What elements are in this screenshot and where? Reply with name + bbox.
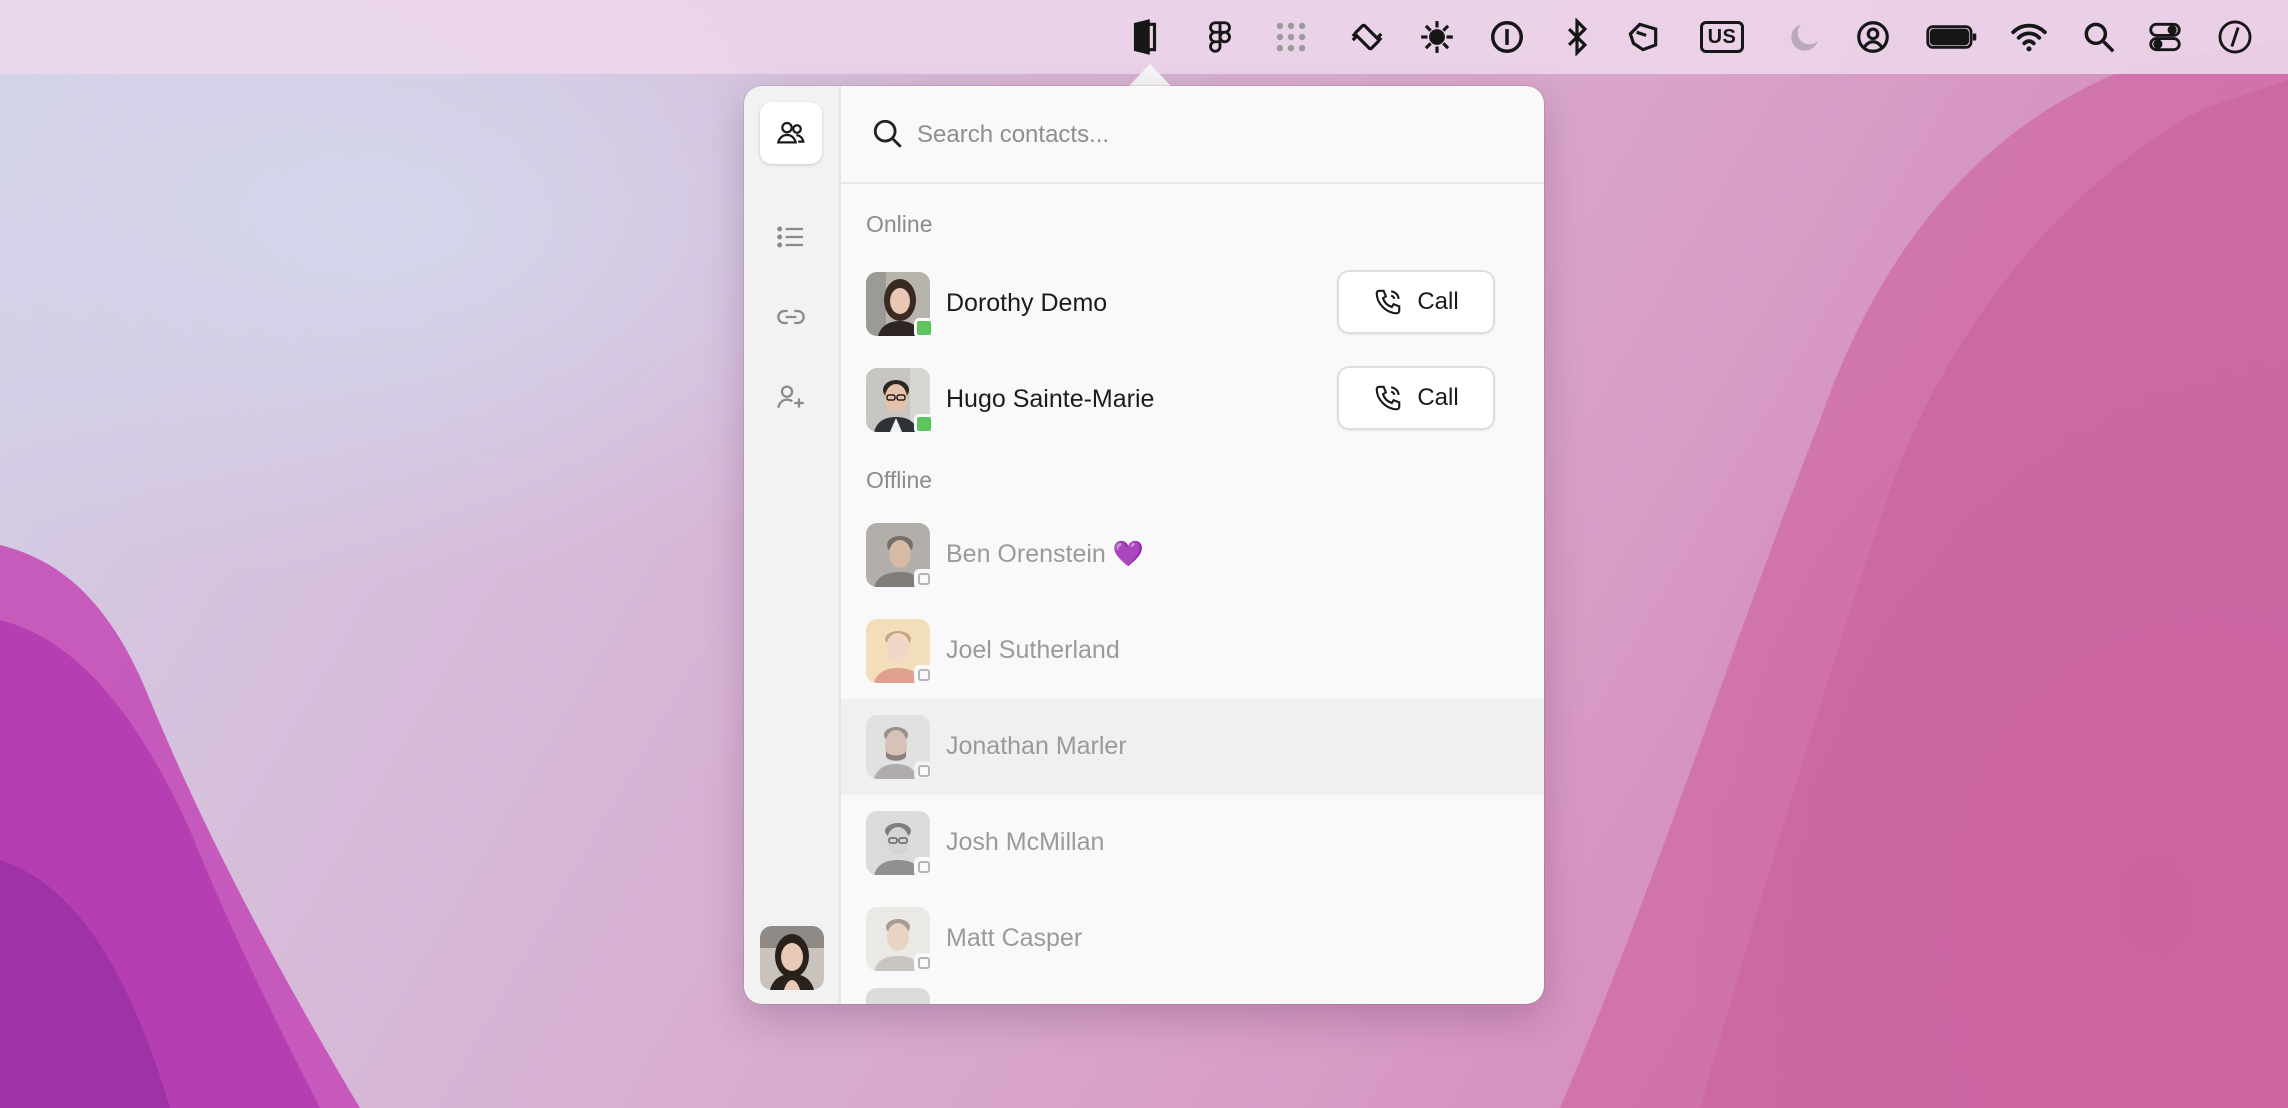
rail-add-contact-button[interactable] xyxy=(760,366,822,428)
current-user-avatar[interactable] xyxy=(760,926,824,990)
contact-name: Hugo Sainte-Marie xyxy=(946,385,1155,413)
partially-visible-contact-row xyxy=(841,988,1544,1004)
contact-row[interactable]: Dorothy Demo Call xyxy=(841,256,1544,352)
slash-command-icon[interactable] xyxy=(2212,14,2258,60)
bluetooth-icon[interactable] xyxy=(1554,14,1600,60)
call-button-label: Call xyxy=(1417,384,1459,411)
online-status-indicator xyxy=(914,414,934,434)
popover-arrow xyxy=(1128,64,1172,87)
battery-icon[interactable] xyxy=(1924,14,1980,60)
contact-row[interactable]: Hugo Sainte-Marie Call xyxy=(841,352,1544,448)
menu-bar: US xyxy=(0,0,2288,74)
offline-status-indicator xyxy=(914,953,934,973)
vibrate-icon[interactable] xyxy=(1344,14,1390,60)
contact-name: Joel Sutherland xyxy=(946,636,1120,664)
navigation-rail xyxy=(744,86,841,1004)
moon-icon[interactable] xyxy=(1782,14,1828,60)
wifi-icon[interactable] xyxy=(2006,14,2052,60)
rail-contacts-button[interactable] xyxy=(760,102,822,164)
control-center-icon[interactable] xyxy=(2142,14,2188,60)
user-account-icon[interactable] xyxy=(1850,14,1896,60)
contact-row[interactable]: Joel Sutherland xyxy=(841,603,1544,699)
contact-name: Matt Casper xyxy=(946,924,1083,952)
call-button-label: Call xyxy=(1417,288,1459,315)
rail-list-button[interactable] xyxy=(760,206,822,268)
add-user-icon xyxy=(777,385,804,408)
call-button[interactable]: Call xyxy=(1337,366,1495,430)
offline-section-label: Offline xyxy=(866,467,933,493)
contact-name: Jonathan Marler xyxy=(946,732,1127,760)
call-button[interactable]: Call xyxy=(1337,270,1495,334)
contact-row[interactable]: Jonathan Marler xyxy=(841,699,1544,795)
grid-dots-icon[interactable] xyxy=(1268,14,1314,60)
contact-row[interactable]: Ben Orenstein 💜 xyxy=(841,507,1544,603)
contact-name: Josh McMillan xyxy=(946,828,1105,856)
sun-burst-icon[interactable] xyxy=(1414,14,1460,60)
search-icon xyxy=(873,119,902,148)
figma-icon[interactable] xyxy=(1197,14,1243,60)
phone-call-icon xyxy=(1376,385,1401,411)
search-bar xyxy=(841,86,1544,184)
spotlight-search-icon[interactable] xyxy=(2076,14,2122,60)
offline-status-indicator xyxy=(914,857,934,877)
keyboard-layout-indicator[interactable]: US xyxy=(1700,21,1744,53)
contact-name: Ben Orenstein 💜 xyxy=(946,540,1144,568)
offline-status-indicator xyxy=(914,569,934,589)
password-manager-icon[interactable] xyxy=(1484,14,1530,60)
door-app-icon[interactable] xyxy=(1122,14,1168,60)
link-icon xyxy=(777,309,805,325)
contact-row[interactable]: Matt Casper xyxy=(841,891,1544,987)
online-section-label: Online xyxy=(866,211,933,237)
search-input[interactable] xyxy=(917,112,1497,158)
offline-status-indicator xyxy=(914,665,934,685)
list-icon xyxy=(777,226,803,248)
rail-link-button[interactable] xyxy=(760,286,822,348)
offline-status-indicator xyxy=(914,761,934,781)
contacts-popover: Online Dorothy Demo Call xyxy=(744,86,1544,1004)
contact-row[interactable]: Josh McMillan xyxy=(841,795,1544,891)
contacts-icon xyxy=(776,121,805,144)
online-status-indicator xyxy=(914,318,934,338)
contact-name: Dorothy Demo xyxy=(946,289,1108,317)
hand-icon[interactable] xyxy=(1620,14,1666,60)
phone-call-icon xyxy=(1376,289,1401,315)
